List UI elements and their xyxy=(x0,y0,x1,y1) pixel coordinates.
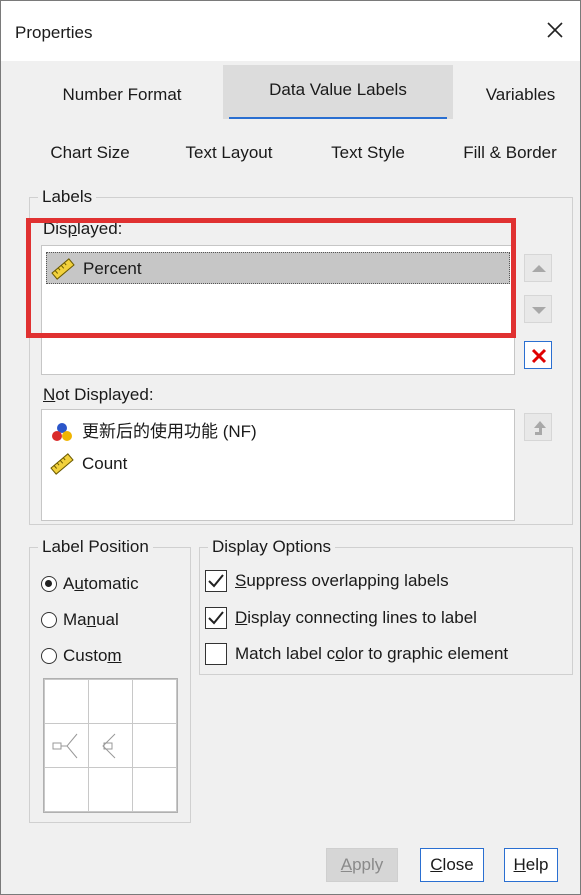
tab-variables[interactable]: Variables xyxy=(463,71,578,119)
nominal-variable-icon xyxy=(52,423,72,441)
add-label-button[interactable] xyxy=(524,413,552,441)
tab-number-format[interactable]: Number Format xyxy=(31,71,213,119)
arrow-up-icon xyxy=(532,265,546,272)
grid-cell[interactable] xyxy=(88,723,133,768)
tab-label: Chart Size xyxy=(50,143,130,162)
labels-legend: Labels xyxy=(42,187,93,206)
tab-label: Text Style xyxy=(331,143,405,162)
grid-cell[interactable] xyxy=(44,767,89,812)
not-displayed-label: Not Displayed: xyxy=(43,385,154,404)
remove-label-button[interactable] xyxy=(524,341,552,369)
close-button[interactable]: Close xyxy=(420,848,484,882)
tab-data-value-labels[interactable]: Data Value Labels xyxy=(223,65,453,119)
move-down-button[interactable] xyxy=(524,295,552,323)
grid-cell[interactable] xyxy=(44,723,89,768)
grid-cell[interactable] xyxy=(132,723,177,768)
label-inside-icon xyxy=(102,733,116,759)
radio-label: Custom xyxy=(63,646,122,665)
label-position-legend: Label Position xyxy=(42,537,149,556)
tab-text-layout[interactable]: Text Layout xyxy=(163,129,295,177)
radio-button-selected[interactable] xyxy=(41,576,57,592)
radio-label: Automatic xyxy=(63,574,139,593)
ruler-icon xyxy=(51,258,75,280)
checkbox-connecting-lines[interactable]: Display connecting lines to label xyxy=(205,605,569,631)
radio-label: Manual xyxy=(63,610,119,629)
move-up-button[interactable] xyxy=(524,254,552,282)
grid-cell[interactable] xyxy=(132,767,177,812)
list-item-count[interactable]: Count xyxy=(46,448,510,480)
radio-automatic[interactable]: Automatic xyxy=(41,571,181,597)
grid-cell[interactable] xyxy=(88,679,133,724)
checkbox-checked[interactable] xyxy=(205,607,227,629)
radio-manual[interactable]: Manual xyxy=(41,607,181,633)
close-icon[interactable] xyxy=(540,15,570,45)
help-button[interactable]: Help xyxy=(504,848,558,882)
tab-fill-border[interactable]: Fill & Border xyxy=(441,129,579,177)
tab-chart-size[interactable]: Chart Size xyxy=(31,129,149,177)
list-item-label: Count xyxy=(82,454,128,473)
displayed-list[interactable]: Percent xyxy=(41,245,515,375)
tab-label: Data Value Labels xyxy=(269,80,407,99)
move-up-arrow-icon xyxy=(534,421,546,435)
tab-label: Fill & Border xyxy=(463,143,557,162)
checkbox-label: Match label color to graphic element xyxy=(235,644,509,663)
properties-window: Properties Number Format Data Value Labe… xyxy=(0,0,581,895)
grid-cell[interactable] xyxy=(132,679,177,724)
checkmark-icon xyxy=(208,574,224,588)
checkbox-suppress-overlapping[interactable]: Suppress overlapping labels xyxy=(205,568,569,594)
displayed-label: Displayed: xyxy=(43,219,123,238)
checkbox-label: Display connecting lines to label xyxy=(235,608,477,627)
grid-cell[interactable] xyxy=(88,767,133,812)
label-position-grid[interactable] xyxy=(43,678,178,813)
grid-cell[interactable] xyxy=(44,679,89,724)
checkbox-label: Suppress overlapping labels xyxy=(235,571,449,590)
radio-button[interactable] xyxy=(41,648,57,664)
display-options-legend: Display Options xyxy=(212,537,332,556)
radio-button[interactable] xyxy=(41,612,57,628)
checkbox-unchecked[interactable] xyxy=(205,643,227,665)
title-bar: Properties xyxy=(1,1,580,61)
list-item-label: Percent xyxy=(83,259,142,278)
delete-x-icon xyxy=(531,348,547,364)
list-item-nf[interactable]: 更新后的使用功能 (NF) xyxy=(46,416,510,448)
tab-label: Variables xyxy=(485,85,556,104)
tab-text-style[interactable]: Text Style xyxy=(308,129,428,177)
checkbox-checked[interactable] xyxy=(205,570,227,592)
tab-label: Number Format xyxy=(62,85,182,104)
checkbox-match-label-color[interactable]: Match label color to graphic element xyxy=(205,641,569,667)
not-displayed-list[interactable]: 更新后的使用功能 (NF) Count xyxy=(41,409,515,521)
window-title: Properties xyxy=(15,23,93,42)
checkmark-icon xyxy=(208,611,224,625)
apply-button[interactable]: Apply xyxy=(326,848,398,882)
list-item-label: 更新后的使用功能 (NF) xyxy=(82,422,257,441)
tab-label: Text Layout xyxy=(185,143,273,162)
radio-custom[interactable]: Custom xyxy=(41,643,181,669)
arrow-down-icon xyxy=(532,307,546,314)
list-item-percent[interactable]: Percent xyxy=(46,252,510,284)
ruler-icon xyxy=(50,453,74,475)
label-outside-icon xyxy=(52,733,78,759)
